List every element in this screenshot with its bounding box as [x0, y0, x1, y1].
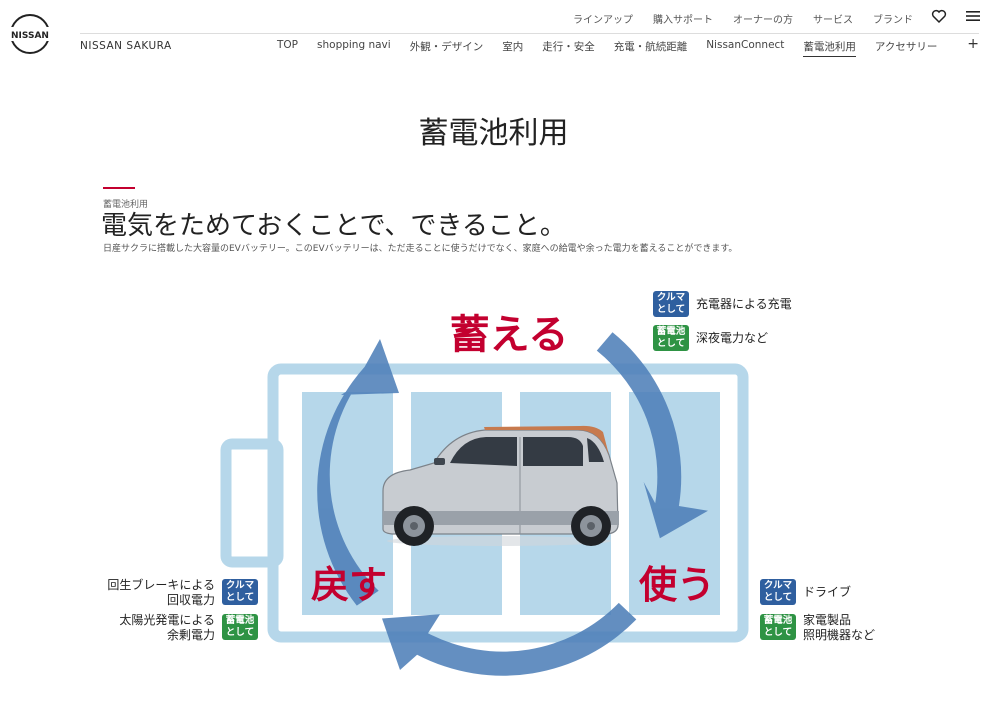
nav-charging-range[interactable]: 充電・航続距離	[614, 39, 688, 57]
nissan-logo[interactable]: NISSAN	[6, 12, 54, 56]
return-battery-text: 太陽光発電による 余剰電力	[80, 613, 215, 643]
nav-exterior-design[interactable]: 外観・デザイン	[410, 39, 484, 57]
use-battery-text: 家電製品 照明機器など	[803, 613, 875, 643]
top-utility-nav: ラインアップ 購入サポート オーナーの方 サービス ブランド	[573, 11, 913, 26]
top-link-purchase-support[interactable]: 購入サポート	[653, 11, 713, 26]
section-headline: 電気をためておくことで、できること。	[101, 211, 566, 241]
nav-driving-safety[interactable]: 走行・安全	[542, 39, 595, 57]
tag-line: 蓄電池	[763, 615, 793, 626]
heart-icon	[931, 9, 947, 24]
return-battery-line: 余剰電力	[166, 628, 215, 642]
nav-shopping-navi[interactable]: shopping navi	[317, 39, 391, 57]
section-accent-bar	[103, 187, 135, 189]
tag-line: クルマ	[763, 580, 793, 591]
tag-line: として	[656, 338, 686, 349]
top-link-service[interactable]: サービス	[813, 11, 853, 26]
as-battery-tag: 蓄電池 として	[760, 614, 796, 640]
return-car-text: 回生ブレーキによる 回収電力	[80, 578, 215, 608]
tag-line: として	[225, 627, 255, 638]
section-description: 日産サクラに搭載した大容量のEVバッテリー。このEVバッテリーは、ただ走ることに…	[103, 244, 738, 254]
as-car-tag: クルマ として	[222, 579, 258, 605]
use-battery-line: 照明機器など	[803, 628, 876, 642]
as-battery-tag: 蓄電池 として	[653, 325, 689, 351]
top-link-lineup[interactable]: ラインアップ	[573, 11, 633, 26]
tag-line: として	[763, 627, 793, 638]
return-car-line: 回生ブレーキによる	[107, 578, 215, 592]
favorite-button[interactable]	[931, 8, 947, 28]
return-label: 戻す	[311, 563, 387, 607]
tag-line: として	[225, 592, 255, 603]
nav-accessories[interactable]: アクセサリー	[875, 39, 937, 57]
nav-battery-use[interactable]: 蓄電池利用	[803, 39, 856, 57]
tag-line: 蓄電池	[656, 326, 686, 337]
tag-line: クルマ	[225, 580, 255, 591]
plus-icon[interactable]: +	[967, 36, 979, 52]
tag-line: 蓄電池	[225, 615, 255, 626]
as-battery-tag: 蓄電池 として	[222, 614, 258, 640]
model-name[interactable]: NISSAN SAKURA	[80, 40, 172, 52]
tag-line: として	[656, 304, 686, 315]
hamburger-menu-icon	[966, 11, 980, 21]
tag-line: として	[763, 592, 793, 603]
store-car-text: 充電器による充電	[696, 297, 792, 311]
store-battery-text: 深夜電力など	[696, 331, 769, 345]
menu-button[interactable]	[965, 8, 981, 28]
store-label: 蓄える	[450, 312, 569, 358]
as-car-tag: クルマ として	[760, 579, 796, 605]
use-car-text: ドライブ	[803, 585, 852, 599]
battery-cycle-diagram: 蓄える 戻す 使う クルマ として 充電器による充電 蓄電池 として 深夜電力な…	[0, 280, 987, 704]
return-battery-line: 太陽光発電による	[119, 613, 215, 627]
use-battery-line: 家電製品	[803, 613, 852, 627]
logo-text: NISSAN	[11, 31, 49, 41]
top-link-owners[interactable]: オーナーの方	[733, 11, 793, 26]
as-car-tag: クルマ として	[653, 291, 689, 317]
nav-interior[interactable]: 室内	[502, 39, 523, 57]
header-divider	[80, 33, 979, 34]
page-title: 蓄電池利用	[418, 116, 569, 151]
model-nav: TOP shopping navi 外観・デザイン 室内 走行・安全 充電・航続…	[277, 39, 937, 57]
tag-line: クルマ	[656, 292, 686, 303]
use-label: 使う	[639, 563, 715, 607]
return-car-line: 回収電力	[166, 593, 215, 607]
top-link-brand[interactable]: ブランド	[873, 11, 913, 26]
nav-top[interactable]: TOP	[277, 39, 298, 57]
nav-nissanconnect[interactable]: NissanConnect	[706, 39, 784, 57]
